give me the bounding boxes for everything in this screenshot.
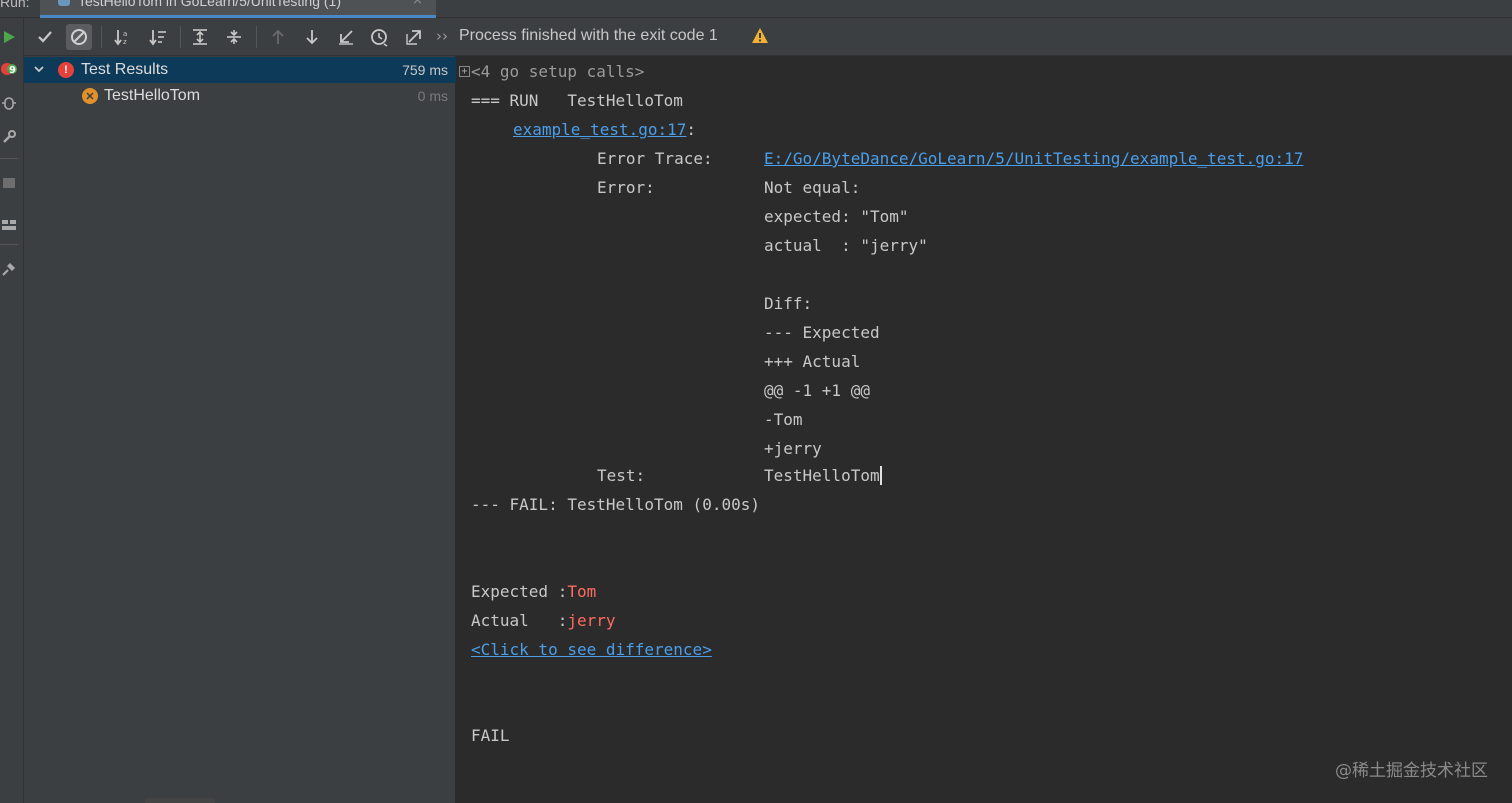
layout-icon[interactable] xyxy=(0,214,18,236)
strip-divider xyxy=(0,158,18,159)
error-line: @@ -1 +1 @@ xyxy=(764,381,870,400)
chevron-down-icon[interactable] xyxy=(32,62,46,81)
test-results-tree: ! Test Results 759 ms ✕ TestHelloTom 0 m… xyxy=(24,56,456,803)
watermark: @稀土掘金技术社区 xyxy=(1335,761,1488,781)
strip-divider xyxy=(0,244,18,245)
source-location-line: example_test.go:17: xyxy=(513,120,696,139)
close-icon[interactable]: × xyxy=(412,0,423,8)
expected-line: Expected :Tom xyxy=(471,582,596,601)
show-ignored-icon[interactable] xyxy=(66,24,92,50)
show-passed-icon[interactable] xyxy=(32,24,58,50)
run-line: === RUN TestHelloTom xyxy=(471,91,683,110)
error-line: actual : "jerry" xyxy=(764,236,928,255)
run-side-toolbar: 9 xyxy=(0,18,24,803)
source-suffix: : xyxy=(686,120,697,139)
error-icon: ! xyxy=(58,62,74,78)
more-actions-chevron-icon[interactable]: ›› xyxy=(436,27,448,45)
rerun-failed-icon[interactable]: 9 xyxy=(0,58,18,80)
error-line: -Tom xyxy=(764,410,803,429)
run-tab-title: TestHelloTom in GoLearn/5/UnitTesting (1… xyxy=(78,0,342,9)
error-line: --- Expected xyxy=(764,323,880,342)
tree-item-label: Test Results xyxy=(81,61,169,78)
fold-expand-icon[interactable]: + xyxy=(459,66,470,77)
toolbar-separator xyxy=(256,26,257,48)
actual-value: jerry xyxy=(567,611,616,630)
test-value-line: TestHelloTom xyxy=(764,466,882,485)
svg-text:a: a xyxy=(123,30,127,38)
see-difference-link[interactable]: <Click to see difference> xyxy=(471,640,712,659)
export-tests-icon[interactable] xyxy=(401,24,427,50)
pin-icon[interactable] xyxy=(0,258,18,280)
expected-label: Expected : xyxy=(471,582,568,601)
toolbar-separator xyxy=(101,26,102,48)
error-line: +++ Actual xyxy=(764,352,861,371)
error-line: Not equal: xyxy=(764,178,861,197)
test-history-icon[interactable] xyxy=(367,24,393,50)
setup-calls-fold[interactable]: <4 go setup calls> xyxy=(471,62,644,81)
expected-value: Tom xyxy=(567,582,597,601)
error-label: Error: xyxy=(597,178,655,197)
console-output[interactable]: + <4 go setup calls> === RUN TestHelloTo… xyxy=(457,56,1512,803)
error-line: expected: "Tom" xyxy=(764,207,909,226)
error-trace-link[interactable]: E:/Go/ByteDance/GoLearn/5/UnitTesting/ex… xyxy=(764,149,1303,168)
expand-all-icon[interactable] xyxy=(187,24,213,50)
actual-line: Actual :jerry xyxy=(471,611,616,630)
test-value: TestHelloTom xyxy=(764,466,880,485)
actual-label: Actual : xyxy=(471,611,568,630)
sort-by-duration-icon[interactable] xyxy=(145,24,171,50)
tree-item-duration: 0 ms xyxy=(417,88,448,104)
text-caret xyxy=(879,466,882,485)
tree-item-duration: 759 ms xyxy=(402,62,448,78)
run-tab[interactable]: TestHelloTom in GoLearn/5/UnitTesting (1… xyxy=(40,0,436,18)
horizontal-scrollbar[interactable] xyxy=(145,798,215,803)
stop-icon[interactable] xyxy=(0,172,18,194)
debug-icon[interactable] xyxy=(0,92,18,114)
source-file-link[interactable]: example_test.go:17 xyxy=(513,120,686,139)
warning-icon xyxy=(751,27,769,48)
tree-item-testhellotom[interactable]: ✕ TestHelloTom 0 ms xyxy=(24,83,456,109)
error-line: +jerry xyxy=(764,439,822,458)
svg-text:9: 9 xyxy=(9,65,16,76)
play-icon[interactable] xyxy=(0,26,18,48)
go-test-icon xyxy=(58,0,70,6)
failed-test-icon: ✕ xyxy=(82,88,98,104)
svg-text:z: z xyxy=(123,38,127,46)
test-runner-toolbar: az ›› Process finished with the exit cod… xyxy=(24,18,1512,56)
test-label: Test: xyxy=(597,466,646,485)
import-tests-icon[interactable] xyxy=(333,24,359,50)
toolbar-separator xyxy=(180,26,181,48)
error-line: Diff: xyxy=(764,294,813,313)
run-tool-window-header: Run: TestHelloTom in GoLearn/5/UnitTesti… xyxy=(0,0,1512,18)
run-label: Run: xyxy=(0,0,30,10)
final-fail-line: FAIL xyxy=(471,726,510,745)
next-failed-icon[interactable] xyxy=(299,24,325,50)
wrench-icon[interactable] xyxy=(0,126,18,148)
process-status-text: Process finished with the exit code 1 xyxy=(459,27,718,44)
tree-item-label: TestHelloTom xyxy=(104,87,201,104)
tree-root-test-results[interactable]: ! Test Results 759 ms xyxy=(24,57,456,83)
sort-alphabetically-icon[interactable]: az xyxy=(110,24,136,50)
error-trace-label: Error Trace: xyxy=(597,149,713,168)
fail-line: --- FAIL: TestHelloTom (0.00s) xyxy=(471,495,760,514)
collapse-all-icon[interactable] xyxy=(221,24,247,50)
previous-failed-icon[interactable] xyxy=(265,24,291,50)
